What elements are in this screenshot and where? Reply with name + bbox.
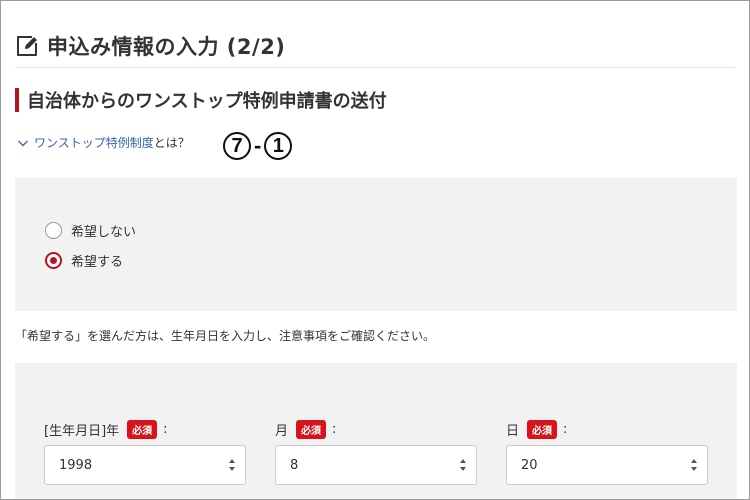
month-select-value: 8 [290,457,299,473]
year-field-label: [生年月日]年 必須 : [44,420,168,439]
section-title: 自治体からのワンストップ特例申請書の送付 [27,91,387,112]
radio-button-unchecked[interactable] [45,222,62,239]
month-label: 月 [275,424,289,439]
required-badge: 必須 [127,420,158,439]
annotation-separator: - [254,133,262,158]
day-colon: : [563,422,568,437]
page-frame: 申込み情報の入力 (2/2) 自治体からのワンストップ特例申請書の送付 ワンスト… [0,0,750,500]
chevron-down-icon [18,140,28,146]
select-arrows-icon [691,459,697,471]
onestop-info-suffix: とは？ [153,136,190,150]
birthdate-instruction: 「希望する」を選んだ方は、生年月日を入力し、注意事項をご確認ください。 [15,329,436,343]
page-title: 申込み情報の入力 (2/2) [47,35,286,59]
required-badge: 必須 [527,420,558,439]
select-arrows-icon [460,459,466,471]
day-field-label: 日 必須 : [506,420,567,439]
radio-button-checked[interactable] [45,252,62,269]
month-field-label: 月 必須 : [275,420,336,439]
day-label: 日 [506,424,520,439]
page-header: 申込み情報の入力 (2/2) [15,31,285,61]
day-select-value: 20 [521,457,538,473]
request-options-panel: 希望しない 希望する [15,178,737,311]
select-arrows-icon [229,459,235,471]
onestop-info-link[interactable]: ワンストップ特例制度 [34,134,154,151]
month-colon: : [332,422,337,437]
radio-label-no: 希望しない [71,225,137,240]
year-colon: : [163,422,168,437]
annotation-number-right: 1 [264,132,293,160]
edit-form-icon [17,36,37,56]
year-select-value: 1998 [59,457,93,473]
radio-option-yes[interactable]: 希望する [45,251,123,270]
year-label: [生年月日]年 [44,424,120,439]
annotation-number-left: 7 [223,132,251,160]
onestop-info-toggle[interactable]: ワンストップ特例制度 とは？ [17,134,190,151]
radio-label-yes: 希望する [71,255,124,270]
required-badge: 必須 [296,420,327,439]
section-heading: 自治体からのワンストップ特例申請書の送付 [15,88,387,112]
title-divider [15,67,735,68]
day-select[interactable]: 20 [506,445,708,485]
step-annotation: 7 - 1 [223,132,293,160]
birthdate-panel: [生年月日]年 必須 : 1998 月 必須 : 8 日 必須 : 20 [15,363,737,499]
year-select[interactable]: 1998 [44,445,246,485]
radio-option-no[interactable]: 希望しない [45,221,136,240]
month-select[interactable]: 8 [275,445,477,485]
